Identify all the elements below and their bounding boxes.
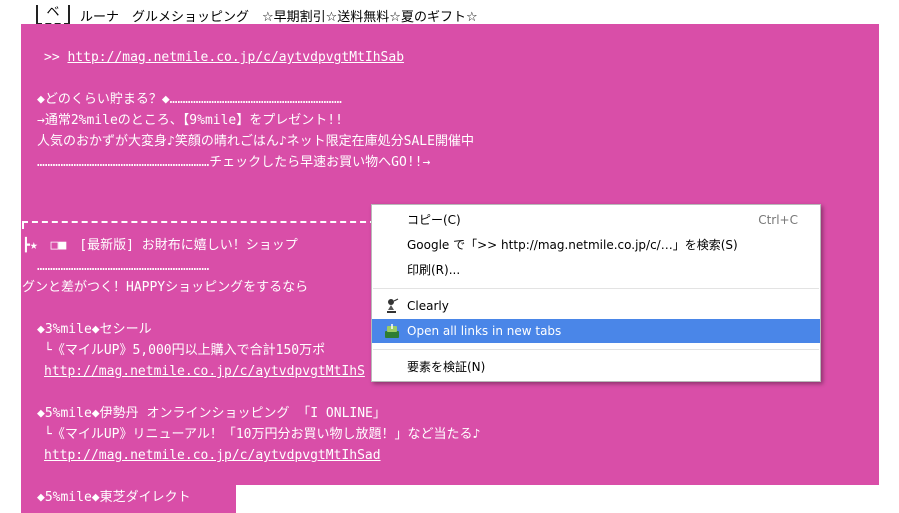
banner-dots: …………………………………………………………: [37, 259, 210, 274]
email-link-1[interactable]: http://mag.netmile.co.jp/c/aytvdpvgtMtIh…: [67, 50, 404, 65]
menu-item-copy[interactable]: コピー(C) Ctrl+C: [372, 208, 820, 232]
context-menu: コピー(C) Ctrl+C Google で「>> http://mag.net…: [371, 204, 821, 382]
menu-item-search-google[interactable]: Google で「>> http://mag.netmile.co.jp/c/……: [372, 233, 820, 257]
menu-item-open-all-links[interactable]: Open all links in new tabs: [372, 319, 820, 343]
section-heading: ◆どのくらい貯まる？◆…………………………………………………………: [37, 92, 342, 107]
link-line-1: >> http://mag.netmile.co.jp/c/aytvdpvgtM…: [44, 49, 404, 67]
item-2-desc: └《マイルUP》リニューアル！「10万円分お買い物し放題！」など当たる♪: [44, 427, 481, 442]
text-line-1: →通常2%mileのところ、【9%mile】をプレゼント!!: [37, 113, 343, 128]
boxed-char: ベ: [36, 5, 70, 25]
menu-item-print[interactable]: 印刷(R)...: [372, 258, 820, 282]
banner-title: ┣★ □■ [最新版] お財布に嬉しい！ショップ: [22, 238, 298, 253]
text-line-2: 人気のおかずが大変身♪笑顔の晴れごはん♪ネット限定在庫処分SALE開催中: [37, 134, 474, 149]
menu-item-search-label: Google で「>> http://mag.netmile.co.jp/c/……: [407, 238, 738, 252]
link-prefix: >>: [44, 50, 68, 65]
banner-rule: [22, 221, 376, 229]
email-subject-line: ベ ルーナ グルメショッピング ☆早期割引☆送料無料☆夏のギフト☆: [36, 4, 478, 26]
menu-item-inspect-label: 要素を検証(N): [407, 360, 486, 374]
menu-item-copy-label: コピー(C): [407, 213, 461, 227]
item-1-title: ◆3%mile◆セシール: [37, 322, 152, 337]
item-3-title: ◆5%mile◆東芝ダイレクト: [37, 490, 191, 505]
item-2-title: ◆5%mile◆伊勢丹 オンラインショッピング 「I ONLINE」: [37, 406, 386, 421]
menu-item-open-all-links-label: Open all links in new tabs: [407, 324, 562, 338]
menu-separator: [373, 349, 819, 350]
linkclump-icon: [384, 323, 400, 339]
email-subject: ルーナ グルメショッピング ☆早期割引☆送料無料☆夏のギフト☆: [80, 9, 478, 25]
clearly-lamp-icon: [384, 298, 400, 314]
menu-item-copy-shortcut: Ctrl+C: [758, 213, 798, 227]
menu-separator: [373, 288, 819, 289]
text-line-3: …………………………………………………………チェックしたら早速お買い物へGO!!…: [37, 155, 431, 170]
menu-item-print-label: 印刷(R)...: [407, 263, 461, 277]
menu-item-clearly-label: Clearly: [407, 299, 449, 313]
menu-item-clearly[interactable]: Clearly: [372, 294, 820, 318]
menu-item-inspect[interactable]: 要素を検証(N): [372, 355, 820, 379]
banner-subtitle: グンと差がつく！HAPPYショッピングをするなら: [22, 280, 309, 295]
item-2-link[interactable]: http://mag.netmile.co.jp/c/aytvdpvgtMtIh…: [44, 448, 381, 463]
item-1-desc: └《マイルUP》5,000円以上購入で合計150万ポ: [44, 343, 326, 358]
item-1-link-line: http://mag.netmile.co.jp/c/aytvdpvgtMtIh…: [44, 363, 365, 381]
item-2-link-line: http://mag.netmile.co.jp/c/aytvdpvgtMtIh…: [44, 447, 381, 465]
item-1-link[interactable]: http://mag.netmile.co.jp/c/aytvdpvgtMtIh…: [44, 364, 365, 379]
